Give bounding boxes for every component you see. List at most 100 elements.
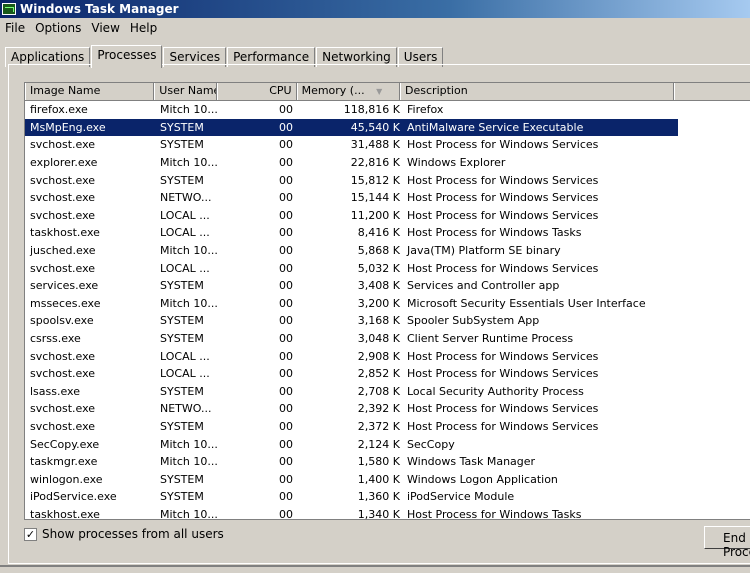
cell-image-name: svchost.exe (30, 402, 96, 416)
cell-memory: 15,144 K (350, 191, 400, 205)
cell-memory: 15,812 K (350, 173, 400, 187)
cell-description: iPodService Module (407, 490, 515, 504)
menu-bar: File Options View Help (0, 18, 162, 38)
process-row[interactable]: svchost.exe NETWO... 00 2,392 K Host Process… (25, 400, 750, 418)
cell-user-name: NETWO... (160, 402, 212, 416)
cell-user-name: SYSTEM (160, 490, 204, 504)
process-row[interactable]: svchost.exe LOCAL ... 00 5,032 K Host Proces… (25, 259, 750, 277)
cell-description: Host Process for Windows Services (407, 138, 599, 152)
cell-image-name: svchost.exe (30, 261, 96, 275)
cell-cpu: 00 (279, 402, 293, 416)
cell-cpu: 00 (279, 349, 293, 363)
process-row[interactable]: winlogon.exe SYSTEM 00 1,400 K Windows Logon… (25, 470, 750, 488)
cell-cpu: 00 (279, 226, 293, 240)
cell-cpu: 00 (279, 490, 293, 504)
cell-description: Spooler SubSystem App (407, 314, 540, 328)
cell-image-name: svchost.exe (30, 419, 96, 433)
cell-description: Local Security Authority Process (407, 384, 584, 398)
cell-cpu: 00 (279, 261, 293, 275)
title-bar: Windows Task Manager (0, 0, 750, 18)
cell-user-name: LOCAL ... (160, 208, 210, 222)
cell-cpu: 00 (279, 384, 293, 398)
cell-memory: 3,048 K (357, 332, 400, 346)
column-cpu[interactable]: CPU (216, 83, 297, 100)
column-user-name[interactable]: User Name (154, 83, 217, 100)
cell-cpu: 00 (279, 472, 293, 486)
cell-memory: 2,908 K (357, 349, 400, 363)
process-row[interactable]: svchost.exe LOCAL ... 00 2,908 K Host Proces… (25, 347, 750, 365)
process-row[interactable]: taskhost.exe LOCAL ... 00 8,416 K Host Proce… (25, 224, 750, 242)
cell-cpu: 00 (279, 296, 293, 310)
process-row[interactable]: firefox.exe Mitch 10... 00 118,816 K Firefox (25, 101, 750, 119)
cell-image-name: taskhost.exe (30, 226, 100, 240)
tab-processes[interactable]: Processes (91, 45, 163, 68)
cell-cpu: 00 (279, 367, 293, 381)
end-process-button[interactable]: End Process (704, 526, 750, 559)
list-body: firefox.exe Mitch 10... 00 118,816 K Firefox… (25, 101, 750, 520)
show-all-users-checkbox[interactable]: ✓ Show processes from all users (24, 527, 224, 541)
cell-image-name: svchost.exe (30, 191, 96, 205)
process-row[interactable]: svchost.exe SYSTEM 00 31,488 K Host Process … (25, 136, 750, 154)
process-row[interactable]: taskmgr.exe Mitch 10... 00 1,580 K Windows T… (25, 453, 750, 471)
cell-memory: 3,408 K (357, 279, 400, 293)
cell-cpu: 00 (279, 437, 293, 451)
cell-image-name: svchost.exe (30, 173, 96, 187)
list-header: Image Name User Name CPU Memory (... ▼ D… (25, 83, 750, 101)
status-separator (0, 565, 750, 567)
process-row[interactable]: taskhost.exe Mitch 10... 00 1,340 K Host Pro… (25, 506, 750, 520)
cell-description: Host Process for Windows Tasks (407, 507, 582, 520)
cell-memory: 1,400 K (357, 472, 400, 486)
cell-image-name: svchost.exe (30, 208, 96, 222)
cell-memory: 3,200 K (357, 296, 400, 310)
cell-user-name: Mitch 10... (160, 507, 218, 520)
process-row[interactable]: svchost.exe LOCAL ... 00 11,200 K Host Proce… (25, 207, 750, 225)
process-row[interactable]: explorer.exe Mitch 10... 00 22,816 K Windows… (25, 154, 750, 172)
menu-help[interactable]: Help (125, 21, 162, 35)
process-row[interactable]: jusched.exe Mitch 10... 00 5,868 K Java(TM) … (25, 242, 750, 260)
column-description[interactable]: Description (400, 83, 675, 100)
menu-options[interactable]: Options (30, 21, 86, 35)
cell-cpu: 00 (279, 103, 293, 117)
process-row[interactable]: svchost.exe SYSTEM 00 15,812 K Host Process … (25, 171, 750, 189)
checkmark-icon[interactable]: ✓ (24, 527, 37, 541)
cell-memory: 1,360 K (357, 490, 400, 504)
cell-description: Windows Logon Application (407, 472, 558, 486)
process-row[interactable]: csrss.exe SYSTEM 00 3,048 K Client Server Ru… (25, 330, 750, 348)
column-image-name[interactable]: Image Name (25, 83, 155, 100)
cell-description: Client Server Runtime Process (407, 332, 574, 346)
cell-memory: 31,488 K (350, 138, 400, 152)
cell-memory: 1,340 K (357, 507, 400, 520)
cell-user-name: Mitch 10... (160, 296, 218, 310)
process-row[interactable]: spoolsv.exe SYSTEM 00 3,168 K Spooler SubSys… (25, 312, 750, 330)
cell-image-name: msseces.exe (30, 296, 101, 310)
cell-memory: 2,124 K (357, 437, 400, 451)
cell-description: Windows Explorer (407, 156, 506, 170)
cell-memory: 5,032 K (357, 261, 400, 275)
process-row[interactable]: lsass.exe SYSTEM 00 2,708 K Local Security A… (25, 383, 750, 401)
cell-user-name: LOCAL ... (160, 367, 210, 381)
window-title: Windows Task Manager (20, 2, 179, 16)
menu-file[interactable]: File (0, 21, 30, 35)
cell-image-name: svchost.exe (30, 367, 96, 381)
process-row[interactable]: SecCopy.exe Mitch 10... 00 2,124 K SecCopy (25, 435, 750, 453)
process-row[interactable]: services.exe SYSTEM 00 3,408 K Services and … (25, 277, 750, 295)
process-row[interactable]: iPodService.exe SYSTEM 00 1,360 K iPodServic… (25, 488, 750, 506)
cell-image-name: explorer.exe (30, 156, 98, 170)
process-row[interactable]: svchost.exe LOCAL ... 00 2,852 K Host Proces… (25, 365, 750, 383)
column-memory[interactable]: Memory (... ▼ (296, 83, 401, 100)
cell-image-name: MsMpEng.exe (25, 118, 155, 137)
cell-image-name: svchost.exe (30, 138, 96, 152)
menu-view[interactable]: View (86, 21, 124, 35)
cell-description: Host Process for Windows Services (407, 208, 599, 222)
cell-description: Host Process for Windows Services (407, 191, 599, 205)
cell-cpu: 00 (279, 419, 293, 433)
cell-user-name: Mitch 10... (160, 103, 218, 117)
process-row[interactable]: svchost.exe NETWO... 00 15,144 K Host Proces… (25, 189, 750, 207)
process-row[interactable]: msseces.exe Mitch 10... 00 3,200 K Microsoft… (25, 295, 750, 313)
cell-user-name: SYSTEM (160, 419, 204, 433)
process-row[interactable]: MsMpEng.exe SYSTEM 00 45,540 K AntiMalware S… (25, 118, 750, 137)
process-list[interactable]: Image Name User Name CPU Memory (... ▼ D… (24, 82, 750, 520)
process-row[interactable]: svchost.exe SYSTEM 00 2,372 K Host Process f… (25, 418, 750, 436)
cell-user-name: SYSTEM (160, 384, 204, 398)
cell-description: Host Process for Windows Services (407, 367, 599, 381)
